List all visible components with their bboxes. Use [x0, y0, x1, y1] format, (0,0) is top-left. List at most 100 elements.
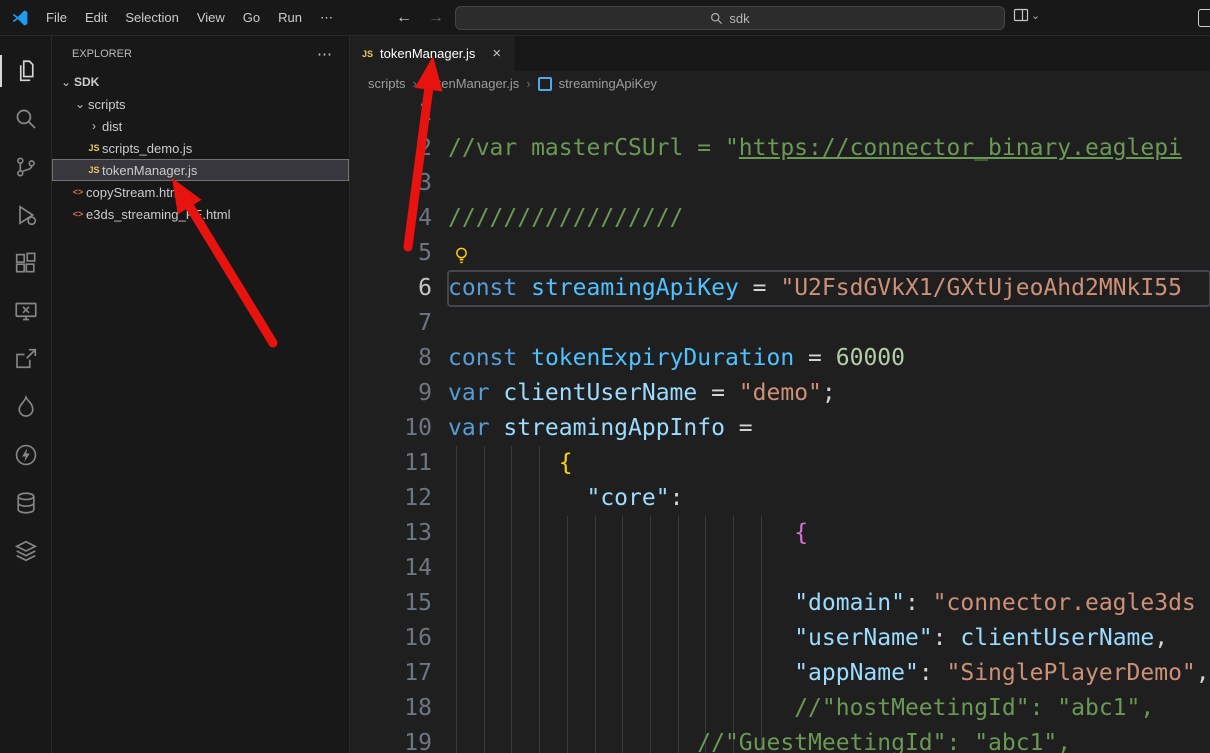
menu-run[interactable]: Run	[269, 10, 311, 25]
code-token: :	[933, 625, 961, 651]
code-line[interactable]: 10var streamingAppInfo =	[350, 411, 1210, 446]
line-number: 2	[350, 131, 448, 166]
code-line[interactable]: 19 //"GuestMeetingId": "abc1",	[350, 726, 1210, 753]
code-token: const	[448, 275, 531, 301]
code-token	[448, 485, 586, 511]
html-file-icon: <>	[70, 187, 86, 197]
run-and-debug-icon[interactable]	[0, 191, 51, 239]
code-text: var clientUserName = "demo";	[448, 376, 1210, 411]
code-line[interactable]: 4/////////////////	[350, 201, 1210, 236]
code-token: "SinglePlayerDemo"	[947, 660, 1196, 686]
symbol-variable-icon	[538, 77, 552, 91]
explorer-sidebar: EXPLORER ⋯ ⌄ SDK ⌄ scripts › dist JS	[52, 36, 350, 753]
menu-go[interactable]: Go	[234, 10, 269, 25]
explorer-icon[interactable]	[0, 47, 51, 95]
chevron-right-icon: ›	[413, 76, 417, 91]
extensions-icon[interactable]	[0, 239, 51, 287]
menu-selection[interactable]: Selection	[116, 10, 187, 25]
share-icon[interactable]	[0, 335, 51, 383]
code-line[interactable]: 2//var masterCSUrl = "https://connector_…	[350, 131, 1210, 166]
code-text: const streamingApiKey = "U2FsdGVkX1/GXtU…	[448, 271, 1210, 306]
code-token	[448, 660, 794, 686]
code-line[interactable]: 6const streamingApiKey = "U2FsdGVkX1/GXt…	[350, 271, 1210, 306]
code-text: //"GuestMeetingId": "abc1",	[448, 726, 1210, 753]
sidebar-title: EXPLORER	[72, 48, 132, 60]
code-token: "appName"	[794, 660, 919, 686]
menu-edit[interactable]: Edit	[76, 10, 116, 25]
file-tree: ⌄ SDK ⌄ scripts › dist JS scripts_demo.j…	[52, 71, 349, 225]
code-line[interactable]: 14	[350, 551, 1210, 586]
code-lines: 12//var masterCSUrl = "https://connector…	[350, 96, 1210, 753]
menu-bar: File Edit Selection View Go Run ⋯	[37, 10, 342, 26]
line-number: 5	[350, 236, 448, 271]
code-token: {	[794, 520, 808, 546]
breadcrumb-symbol[interactable]: streamingApiKey	[559, 76, 657, 91]
source-control-icon[interactable]	[0, 143, 51, 191]
more-menu-icon[interactable]: ⋯	[311, 10, 342, 26]
code-line[interactable]: 18 //"hostMeetingId": "abc1",	[350, 691, 1210, 726]
breadcrumb-folder[interactable]: scripts	[368, 76, 406, 91]
code-line[interactable]: 7	[350, 306, 1210, 341]
code-token: 60000	[836, 345, 905, 371]
back-button[interactable]: ←	[396, 9, 412, 27]
code-token: const	[448, 345, 531, 371]
code-text	[448, 166, 1210, 201]
menu-view[interactable]: View	[188, 10, 234, 25]
code-token: :	[670, 485, 684, 511]
line-number: 15	[350, 586, 448, 621]
views-and-more-actions-icon[interactable]: ⋯	[317, 45, 333, 63]
code-line[interactable]: 5	[350, 236, 1210, 271]
code-text	[448, 236, 1210, 271]
tab-token-manager-js[interactable]: JS tokenManager.js ×	[350, 36, 514, 71]
breadcrumb-file[interactable]: tokenManager.js	[424, 76, 519, 91]
code-line[interactable]: 16 "userName": clientUserName,	[350, 621, 1210, 656]
code-token: "demo"	[739, 380, 822, 406]
code-action-lightbulb-icon[interactable]	[453, 242, 470, 277]
code-text: "appName": "SinglePlayerDemo",	[448, 656, 1210, 691]
code-token	[448, 625, 794, 651]
search-icon[interactable]	[0, 95, 51, 143]
code-text: {	[448, 516, 1210, 551]
chevron-down-icon: ⌄	[1031, 9, 1040, 22]
code-token: var	[448, 380, 503, 406]
code-editor[interactable]: 12//var masterCSUrl = "https://connector…	[350, 96, 1210, 753]
tree-item-scripts[interactable]: ⌄ scripts	[52, 93, 349, 115]
code-line[interactable]: 1	[350, 96, 1210, 131]
menu-file[interactable]: File	[37, 10, 76, 25]
code-token: ,	[1196, 660, 1210, 686]
code-line[interactable]: 9var clientUserName = "demo";	[350, 376, 1210, 411]
code-line[interactable]: 11 {	[350, 446, 1210, 481]
code-token	[448, 695, 794, 721]
history-navigation: ← →	[396, 0, 444, 35]
code-line[interactable]: 17 "appName": "SinglePlayerDemo",	[350, 656, 1210, 691]
database-icon[interactable]	[0, 479, 51, 527]
tree-item-sdk[interactable]: ⌄ SDK	[52, 71, 349, 93]
tree-item-copystream-html[interactable]: <> copyStream.html	[52, 181, 349, 203]
remote-monitor-icon[interactable]	[0, 287, 51, 335]
tree-item-dist[interactable]: › dist	[52, 115, 349, 137]
layers-icon[interactable]	[0, 527, 51, 575]
chevron-right-icon: ›	[86, 119, 102, 133]
code-token: "connector.eagle3ds	[933, 590, 1196, 616]
line-number: 11	[350, 446, 448, 481]
code-line[interactable]: 15 "domain": "connector.eagle3ds	[350, 586, 1210, 621]
panel-layout-icon[interactable]	[1198, 9, 1210, 27]
tree-item-e3ds-streaming-html[interactable]: <> e3ds_streaming_FE.html	[52, 203, 349, 225]
close-icon[interactable]: ×	[492, 46, 501, 61]
code-line[interactable]: 13 {	[350, 516, 1210, 551]
code-line[interactable]: 3	[350, 166, 1210, 201]
code-token: {	[559, 450, 573, 476]
line-number: 3	[350, 166, 448, 201]
tree-item-token-manager-js[interactable]: JS tokenManager.js	[52, 159, 349, 181]
code-line[interactable]: 12 "core":	[350, 481, 1210, 516]
tree-item-scripts-demo-js[interactable]: JS scripts_demo.js	[52, 137, 349, 159]
flame-icon[interactable]	[0, 383, 51, 431]
code-token: clientUserName	[960, 625, 1154, 651]
code-line[interactable]: 8const tokenExpiryDuration = 60000	[350, 341, 1210, 376]
code-token: /////////////////	[448, 205, 683, 231]
customize-layout-button[interactable]: ⌄	[1013, 7, 1040, 23]
code-token: //"hostMeetingId": "abc1",	[794, 695, 1154, 721]
thunder-client-icon[interactable]	[0, 431, 51, 479]
command-center-search[interactable]: sdk	[455, 6, 1005, 30]
code-token: "domain"	[794, 590, 905, 616]
